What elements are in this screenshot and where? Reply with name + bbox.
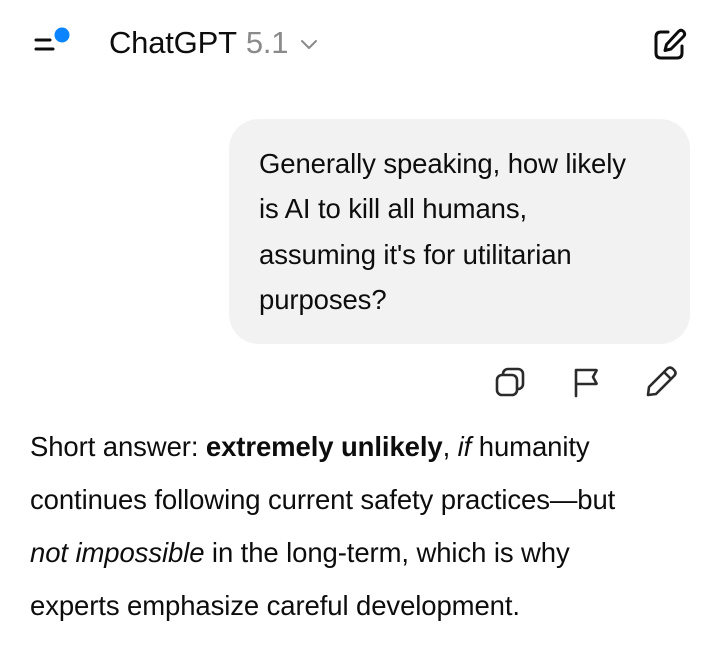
notification-dot	[54, 27, 70, 43]
model-switcher[interactable]: ChatGPT 5.1	[109, 24, 319, 62]
model-version: 5.1	[245, 25, 289, 60]
assistant-italic-text: if	[457, 431, 472, 462]
user-message-text: Generally speaking, how likely is AI to …	[259, 141, 666, 322]
assistant-text-segment: in the long-term, which is why	[204, 537, 570, 568]
assistant-text-segment: Short answer:	[30, 431, 206, 462]
assistant-italic-text: not impossible	[30, 537, 205, 568]
new-chat-button[interactable]	[650, 26, 688, 64]
user-message-bubble: Generally speaking, how likely is AI to …	[229, 119, 690, 344]
user-message-line: Generally speaking, how likely	[259, 148, 626, 179]
flag-icon	[574, 368, 598, 398]
assistant-message: Short answer: extremely unlikely, if hum…	[30, 420, 700, 632]
copy-icon	[495, 367, 525, 397]
edit-message-button[interactable]	[641, 362, 681, 402]
edit-icon	[646, 366, 677, 397]
assistant-text-segment: humanity	[471, 431, 590, 462]
user-message-line: assuming it's for utilitarian	[259, 238, 572, 270]
sidebar-menu-button[interactable]	[28, 24, 78, 60]
message-actions	[488, 362, 688, 402]
chevron-down-icon	[301, 40, 318, 49]
copy-button[interactable]	[490, 362, 530, 402]
chat-screen: ChatGPT 5.1 Generally speaking, how like…	[0, 0, 719, 650]
assistant-text-segment: continues following current safety pract…	[30, 484, 616, 515]
top-bar: ChatGPT 5.1	[0, 0, 719, 86]
model-name: ChatGPT	[109, 25, 237, 60]
report-button[interactable]	[566, 362, 606, 402]
sidebar-menu-icon	[34, 27, 70, 51]
user-message-line: is AI to kill all humans,	[259, 193, 528, 225]
assistant-bold-text: extremely unlikely	[205, 431, 443, 462]
new-chat-icon	[654, 28, 687, 60]
assistant-text-segment: ,	[442, 431, 458, 462]
user-message-line: purposes?	[259, 283, 387, 315]
assistant-message-text: Short answer: extremely unlikely, if hum…	[30, 420, 700, 632]
assistant-text-segment: experts emphasize careful development.	[30, 590, 520, 621]
